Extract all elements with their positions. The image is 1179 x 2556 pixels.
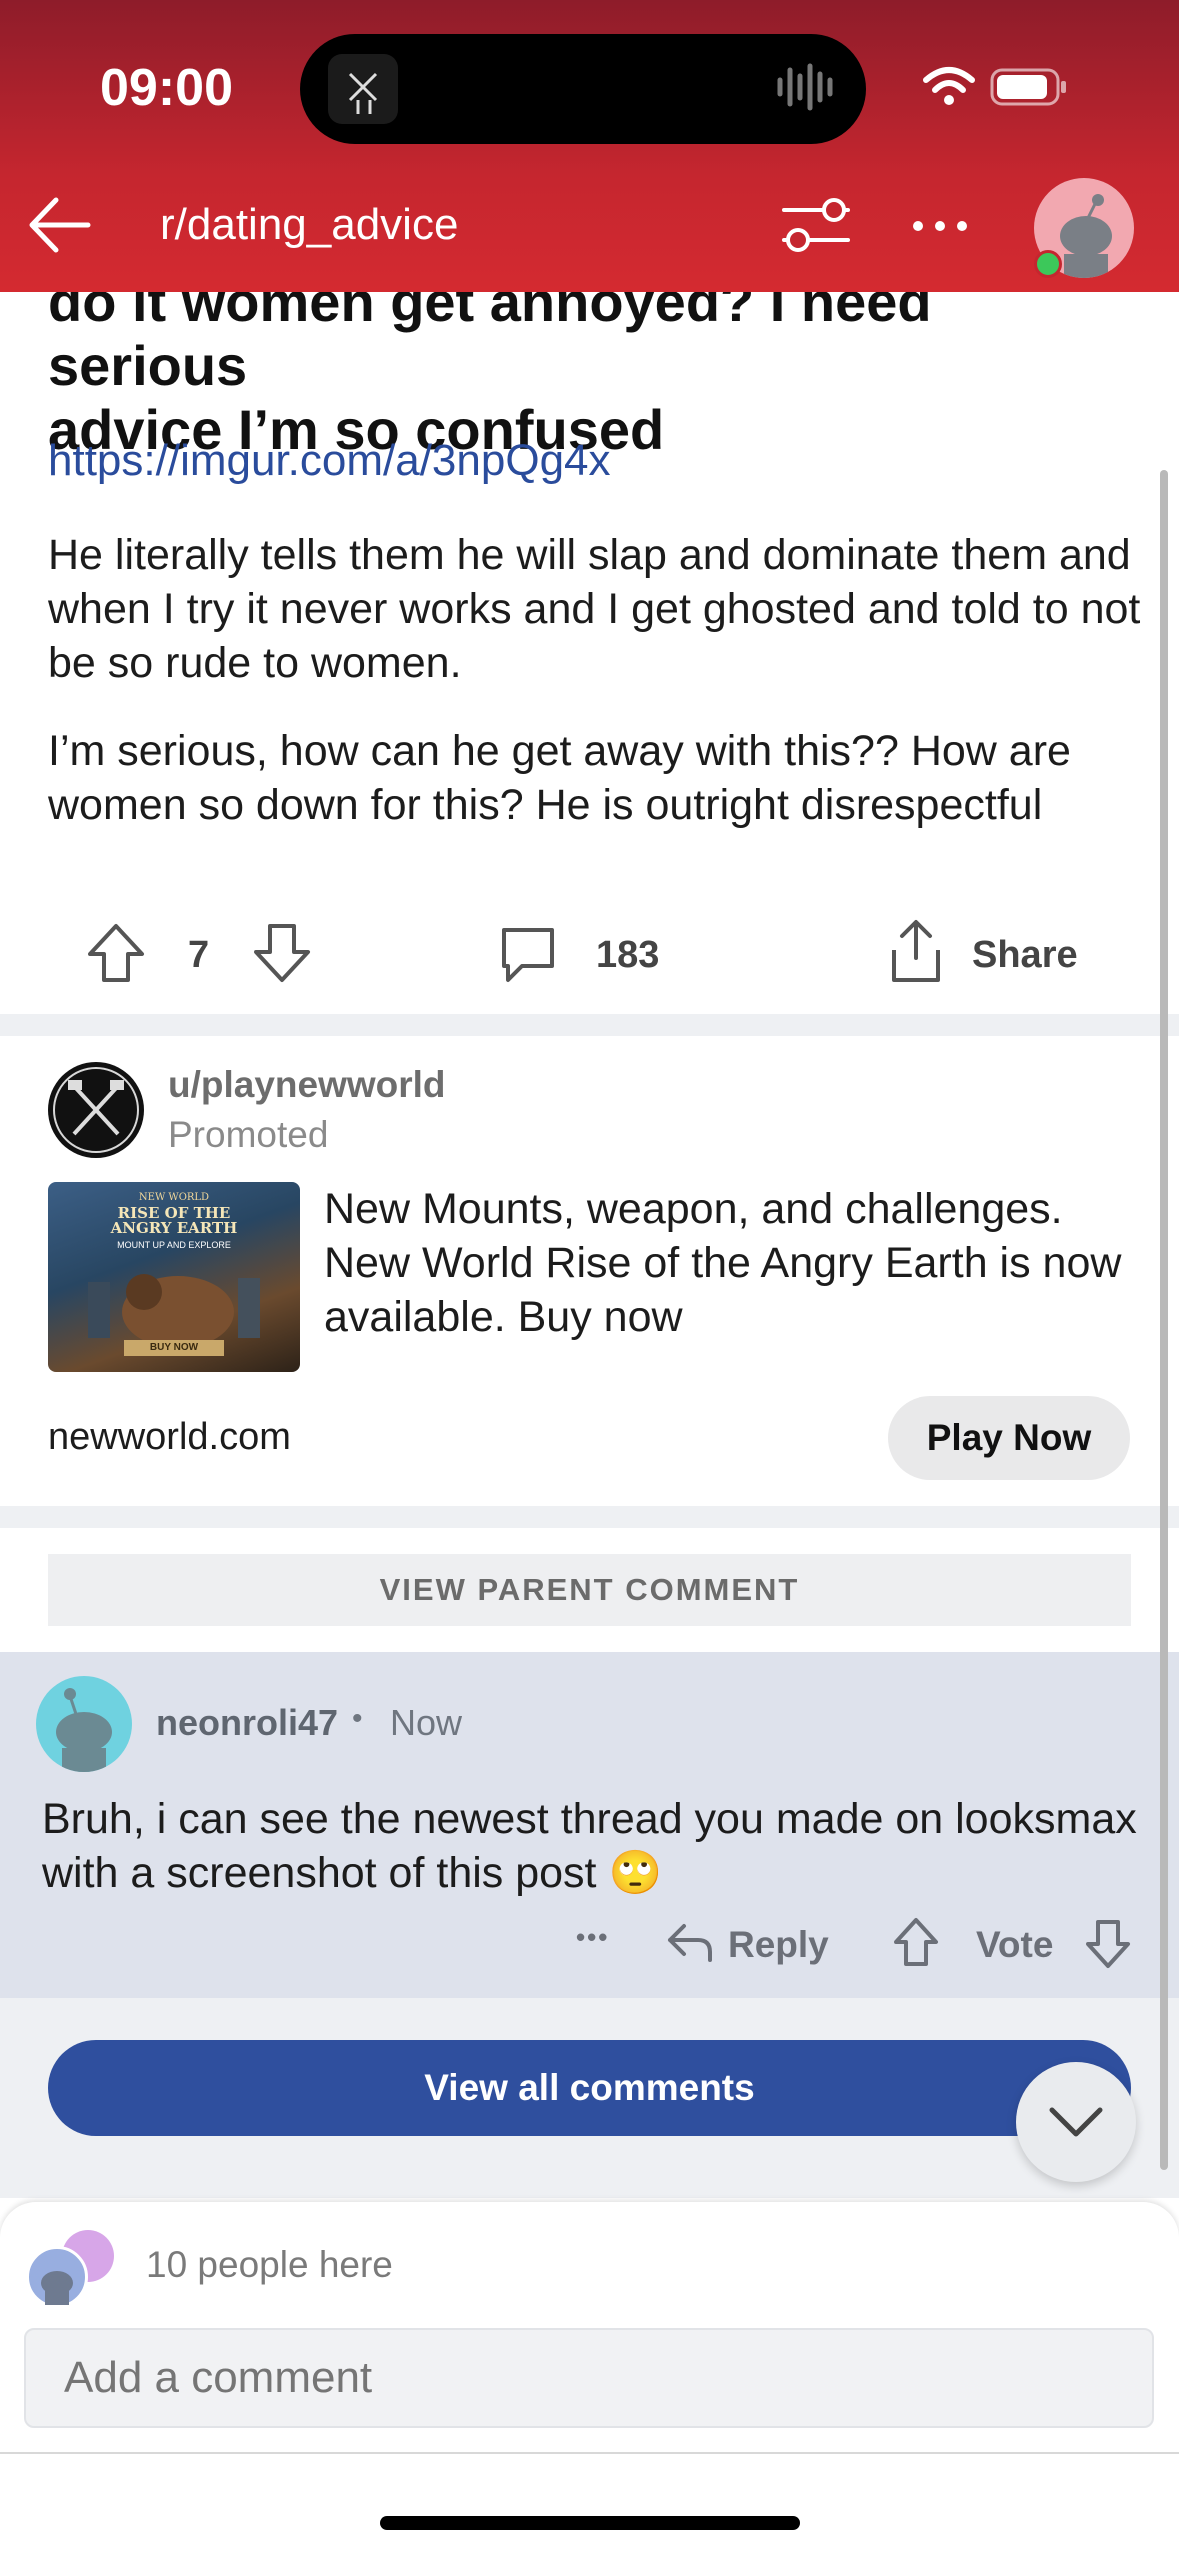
advertiser-avatar[interactable]	[48, 1062, 144, 1158]
comment-text: Bruh, i can see the newest thread you ma…	[42, 1795, 1137, 1897]
reply-icon[interactable]	[664, 1918, 716, 1968]
comment-icon[interactable]	[496, 922, 560, 984]
ad-domain[interactable]: newworld.com	[48, 1416, 291, 1459]
scrollbar[interactable]	[1160, 470, 1168, 2170]
battery-icon	[990, 68, 1066, 106]
subreddit-title-overlay[interactable]: r/dating_advice	[160, 200, 458, 250]
audio-waveform-icon	[777, 63, 833, 111]
comment-count[interactable]: 183	[596, 934, 659, 977]
sheet-divider	[0, 2452, 1179, 2454]
filter-icon[interactable]	[780, 196, 852, 256]
downvote-icon[interactable]	[250, 920, 314, 986]
back-arrow-icon[interactable]	[24, 190, 94, 260]
share-icon[interactable]	[884, 918, 948, 986]
commenter-avatar[interactable]	[36, 1676, 132, 1772]
section-divider	[0, 1014, 1179, 1036]
wifi-icon	[923, 67, 975, 105]
comment-time: Now	[390, 1702, 463, 1743]
view-parent-comment-button[interactable]: VIEW PARENT COMMENT	[48, 1554, 1131, 1626]
section-divider	[0, 1506, 1179, 1528]
post-link[interactable]: https://imgur.com/a/3npQg4x	[48, 436, 611, 486]
view-all-comments-button[interactable]: View all comments	[48, 2040, 1131, 2136]
vote-label: Vote	[976, 1924, 1054, 1965]
post-paragraph: I’m serious, how can he get away with th…	[48, 727, 1071, 829]
vote-count: 7	[188, 934, 210, 976]
online-status-dot	[1034, 250, 1062, 278]
scroll-down-button[interactable]	[1016, 2062, 1136, 2182]
advertiser-name[interactable]: u/playnewworld	[168, 1064, 446, 1106]
upvote-icon[interactable]	[84, 920, 148, 986]
comment-upvote-icon[interactable]	[892, 1916, 940, 1968]
ad-image-title: RISE OF THE ANGRY EARTH	[110, 1204, 238, 1237]
now-playing-artwork	[328, 54, 398, 124]
ad-image[interactable]: NEW WORLD RISE OF THE ANGRY EARTH MOUNT …	[48, 1182, 300, 1372]
play-now-button[interactable]: Play Now	[888, 1396, 1130, 1480]
post-title: do it women get annoyed? I need serious …	[48, 270, 932, 461]
people-here-count: 10 people here	[146, 2244, 393, 2285]
reply-button[interactable]: Reply	[728, 1924, 829, 1966]
promoted-label: Promoted	[168, 1114, 329, 1155]
share-button[interactable]: Share	[972, 934, 1078, 977]
comment-username[interactable]: neonroli47	[156, 1702, 338, 1744]
ad-image-caption: NEW WORLD	[138, 1192, 210, 1203]
comment-downvote-icon[interactable]	[1084, 1918, 1132, 1970]
post-body: He literally tells them he will slap and…	[48, 528, 1148, 866]
post-paragraph: He literally tells them he will slap and…	[48, 531, 1141, 687]
chevron-down-icon	[1049, 2107, 1103, 2137]
comment-more-button[interactable]: •••	[576, 1922, 609, 1953]
status-time: 09:00	[100, 59, 233, 117]
more-options-icon[interactable]	[908, 214, 972, 238]
comment-separator: •	[352, 1702, 363, 1735]
add-comment-input[interactable]	[24, 2328, 1154, 2428]
home-indicator[interactable]	[380, 2516, 800, 2530]
ad-image-cta: BUY NOW	[124, 1340, 224, 1356]
participant-avatar	[26, 2246, 88, 2308]
ad-text[interactable]: New Mounts, weapon, and challenges. New …	[324, 1182, 1154, 1344]
